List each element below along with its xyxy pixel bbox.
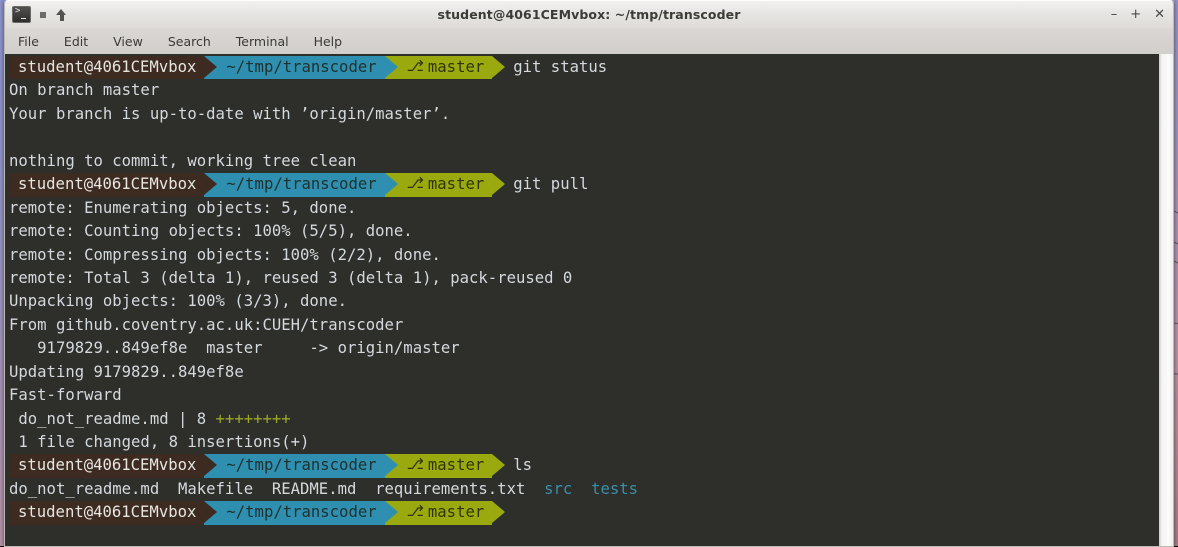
ls-files: do_not_readme.md Makefile README.md requ…: [9, 479, 545, 498]
prompt-user-host: student@4061CEMvbox: [9, 501, 205, 525]
diffstat-additions: ++++++++: [215, 409, 291, 428]
powerline-separator-icon: [492, 501, 506, 524]
prompt-branch-label: master: [427, 503, 485, 522]
powerline-prompt: student@4061CEMvbox ~/tmp/transcoder ⎇ mast…: [9, 56, 506, 80]
prompt-path: ~/tmp/transcoder: [217, 173, 385, 197]
terminal-output-line: On branch master: [9, 81, 160, 100]
terminal-output-line: Updating 9179829..849ef8e: [9, 362, 244, 381]
powerline-separator-icon: [204, 56, 218, 80]
prompt-path: ~/tmp/transcoder: [217, 56, 385, 80]
powerline-separator-icon: [204, 501, 218, 525]
terminal-output-line: remote: Compressing objects: 100% (2/2),…: [9, 245, 441, 264]
menu-item-help[interactable]: Help: [314, 34, 343, 49]
powerline-separator-icon: [384, 173, 398, 197]
terminal-window: student@4061CEMvbox: ~/tmp/transcoder – …: [4, 0, 1174, 547]
square-icon[interactable]: [40, 11, 46, 18]
menu-item-file[interactable]: File: [18, 34, 39, 49]
terminal-output-line: remote: Total 3 (delta 1), reused 3 (del…: [9, 268, 573, 287]
powerline-prompt: student@4061CEMvbox ~/tmp/transcoder ⎇ mast…: [9, 454, 506, 478]
prompt-path: ~/tmp/transcoder: [217, 501, 385, 525]
menu-item-search[interactable]: Search: [168, 34, 211, 49]
prompt-user-host: student@4061CEMvbox: [9, 454, 205, 478]
terminal-output-line: 9179829..849ef8e master -> origin/master: [9, 339, 460, 358]
terminal-output-line: remote: Enumerating objects: 5, done.: [9, 198, 357, 217]
terminal-prompt-line: student@4061CEMvbox ~/tmp/transcoder ⎇ mast…: [9, 173, 1159, 197]
window-titlebar[interactable]: student@4061CEMvbox: ~/tmp/transcoder – …: [4, 0, 1174, 28]
terminal-command: ls: [513, 456, 533, 475]
powerline-separator-icon: [492, 454, 506, 477]
terminal-output-line: remote: Counting objects: 100% (5/5), do…: [9, 222, 413, 241]
terminal-command: git pull: [513, 175, 589, 194]
powerline-separator-icon: [204, 173, 218, 197]
prompt-path: ~/tmp/transcoder: [217, 454, 385, 478]
terminal-output-line: nothing to commit, working tree clean: [9, 151, 357, 170]
prompt-user-host: student@4061CEMvbox: [9, 173, 205, 197]
prompt-git-branch: ⎇ master: [397, 173, 493, 197]
powerline-separator-icon: [384, 454, 398, 478]
close-button[interactable]: ✕: [1154, 8, 1165, 21]
terminal-prompt-line: student@4061CEMvbox ~/tmp/transcoder ⎇ mast…: [9, 56, 1159, 80]
terminal-output[interactable]: student@4061CEMvbox ~/tmp/transcoder ⎇ mast…: [5, 54, 1159, 546]
git-branch-icon: ⎇: [406, 57, 424, 75]
ls-directories: src tests: [544, 479, 639, 498]
window-controls: – + ✕: [1111, 8, 1165, 21]
prompt-user-host: student@4061CEMvbox: [9, 56, 205, 80]
terminal-scrollbar[interactable]: [1159, 54, 1173, 546]
terminal-output-line: Unpacking objects: 100% (3/3), done.: [9, 292, 347, 311]
menu-item-view[interactable]: View: [113, 34, 143, 49]
prompt-git-branch: ⎇ master: [397, 56, 493, 80]
terminal-output-line: Your branch is up-to-date with ’origin/m…: [9, 104, 451, 123]
menu-item-edit[interactable]: Edit: [64, 34, 88, 49]
prompt-branch-label: master: [427, 175, 485, 194]
window-title: student@4061CEMvbox: ~/tmp/transcoder: [437, 7, 741, 22]
terminal-output-line: From github.coventry.ac.uk:CUEH/transcod…: [9, 315, 404, 334]
powerline-separator-icon: [384, 501, 398, 525]
diffstat-file: do_not_readme.md | 8: [9, 409, 216, 428]
git-branch-icon: ⎇: [406, 502, 424, 521]
prompt-branch-label: master: [427, 58, 485, 76]
terminal-body: student@4061CEMvbox ~/tmp/transcoder ⎇ mast…: [4, 54, 1174, 547]
prompt-branch-label: master: [427, 456, 485, 475]
powerline-separator-icon: [204, 454, 218, 478]
terminal-icon[interactable]: [12, 6, 31, 23]
maximize-button[interactable]: +: [1130, 8, 1141, 21]
prompt-git-branch: ⎇ master: [397, 501, 493, 525]
terminal-output-line: do_not_readme.md | 8 ++++++++: [9, 408, 1159, 431]
terminal-output-line: do_not_readme.md Makefile README.md requ…: [9, 478, 1159, 501]
minimize-button[interactable]: –: [1111, 8, 1118, 21]
prompt-git-branch: ⎇ master: [397, 454, 493, 478]
terminal-output-line: Fast-forward: [9, 386, 122, 405]
menu-item-terminal[interactable]: Terminal: [236, 34, 289, 49]
terminal-output-line: 1 file changed, 8 insertions(+): [9, 433, 310, 451]
powerline-separator-icon: [384, 56, 398, 80]
git-branch-icon: ⎇: [406, 455, 424, 474]
powerline-prompt: student@4061CEMvbox ~/tmp/transcoder ⎇ mast…: [9, 173, 506, 197]
up-arrow-icon[interactable]: [55, 8, 68, 22]
git-branch-icon: ⎇: [406, 174, 424, 193]
powerline-separator-icon: [492, 173, 506, 196]
powerline-separator-icon: [492, 56, 506, 79]
powerline-prompt: student@4061CEMvbox ~/tmp/transcoder ⎇ mast…: [9, 501, 506, 525]
terminal-prompt-line: student@4061CEMvbox ~/tmp/transcoder ⎇ mast…: [9, 501, 1159, 525]
menubar: File Edit View Search Terminal Help: [4, 28, 1174, 54]
titlebar-tools: [12, 6, 68, 23]
terminal-command: git status: [513, 58, 608, 76]
terminal-prompt-line: student@4061CEMvbox ~/tmp/transcoder ⎇ mast…: [9, 454, 1159, 478]
